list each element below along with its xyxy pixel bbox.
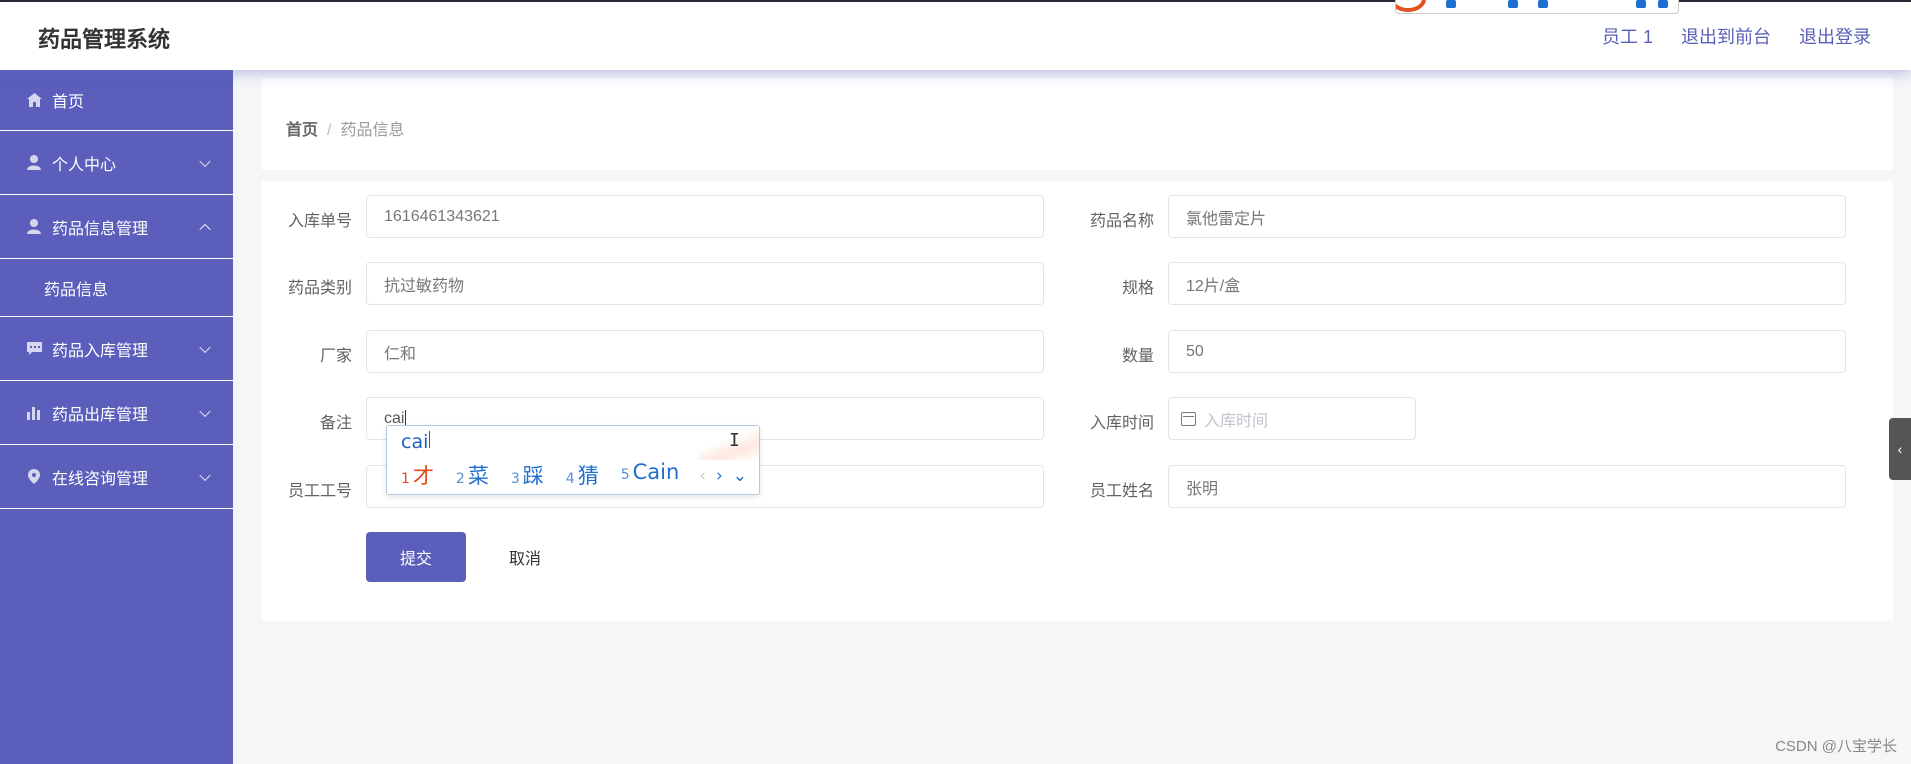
- toolbar-icon[interactable]: [1658, 0, 1668, 8]
- location-pin-icon: [26, 469, 42, 485]
- ime-candidate[interactable]: 2菜: [456, 460, 489, 490]
- user-icon: [26, 219, 42, 235]
- breadcrumb-home[interactable]: 首页: [286, 122, 318, 139]
- exit-to-front-link[interactable]: 退出到前台: [1681, 23, 1771, 49]
- sidebar-item-personal[interactable]: 个人中心: [0, 131, 233, 195]
- remark-label: 备注: [319, 415, 352, 432]
- toolbar-icon[interactable]: [1508, 0, 1518, 8]
- header-links: 员工 1 退出到前台 退出登录: [1602, 23, 1871, 49]
- toolbar-icon[interactable]: [1538, 0, 1548, 8]
- app-title: 药品管理系统: [38, 27, 171, 52]
- watermark: CSDN @八宝学长: [1775, 738, 1897, 755]
- ime-candidate-popup[interactable]: cai 1才 2菜 3踩 4猜 5 Cain ‹ › ⌄: [386, 425, 760, 495]
- ime-pinyin: cai: [401, 431, 431, 453]
- chevron-down-icon: [199, 341, 211, 353]
- ime-next-icon[interactable]: ›: [716, 466, 723, 486]
- sidebar: 首页 个人中心 药品信息管理 药品信息 药品入库管理 药品出库管理 在线咨询管理: [0, 70, 233, 764]
- sidebar-item-stock-in[interactable]: 药品入库管理: [0, 317, 233, 381]
- emp-no-label: 员工工号: [287, 483, 352, 500]
- chevron-down-icon: [199, 405, 211, 417]
- drug-name-label: 药品名称: [1089, 213, 1154, 230]
- ime-caret: [429, 431, 431, 448]
- toolbar-icon[interactable]: [1446, 0, 1456, 8]
- ime-candidate[interactable]: 4猜: [566, 460, 599, 490]
- floating-toolbar[interactable]: [1395, 0, 1679, 14]
- emp-name-input[interactable]: 张明: [1168, 465, 1846, 508]
- ime-expand-icon[interactable]: ⌄: [733, 466, 747, 486]
- order-no-label: 入库单号: [287, 213, 352, 230]
- sidebar-item-drug-info-mgmt[interactable]: 药品信息管理: [0, 195, 233, 259]
- sidebar-item-home[interactable]: 首页: [0, 70, 233, 131]
- qty-label: 数量: [1121, 348, 1154, 365]
- qty-input[interactable]: 50: [1168, 330, 1846, 373]
- submit-button[interactable]: 提交: [366, 532, 466, 582]
- order-no-input[interactable]: 1616461343621: [366, 195, 1044, 238]
- sidebar-subitem-drug-info[interactable]: 药品信息: [0, 259, 233, 317]
- maker-label: 厂家: [319, 348, 352, 365]
- ime-candidate[interactable]: 5 Cain: [621, 460, 680, 490]
- bar-chart-icon: [26, 405, 42, 421]
- sidebar-item-label: 药品信息管理: [52, 220, 149, 238]
- ime-nav: ‹ › ⌄: [699, 466, 747, 486]
- chevron-down-icon: [199, 469, 211, 481]
- breadcrumb: 首页 / 药品信息: [286, 116, 404, 140]
- breadcrumb-current: 药品信息: [340, 122, 405, 139]
- app-logo-icon: [1396, 0, 1426, 12]
- side-panel-toggle[interactable]: ‹: [1889, 418, 1911, 480]
- user-name-link[interactable]: 员工 1: [1602, 23, 1653, 49]
- sidebar-item-label: 首页: [52, 94, 85, 111]
- sidebar-item-stock-out[interactable]: 药品出库管理: [0, 381, 233, 445]
- sidebar-item-label: 药品出库管理: [52, 406, 149, 424]
- spec-input[interactable]: 12片/盒: [1168, 262, 1846, 305]
- logout-link[interactable]: 退出登录: [1799, 23, 1871, 49]
- mouse-ibeam-cursor-icon: I: [729, 430, 740, 451]
- toolbar-icon[interactable]: [1636, 0, 1646, 8]
- sidebar-item-label: 在线咨询管理: [52, 470, 149, 488]
- drug-form: 入库单号 1616461343621 药品名称 氯他雷定片 药品类别 抗过敏药物…: [262, 181, 1893, 621]
- ime-candidate[interactable]: 3踩: [511, 460, 544, 490]
- breadcrumb-card: 首页 / 药品信息: [262, 78, 1893, 170]
- home-icon: [26, 92, 42, 108]
- chevron-down-icon: [199, 155, 211, 167]
- sidebar-subitem-label: 药品信息: [44, 281, 109, 299]
- emp-name-label: 员工姓名: [1089, 483, 1154, 500]
- category-label: 药品类别: [287, 280, 352, 297]
- spec-label: 规格: [1121, 280, 1154, 297]
- ime-candidate[interactable]: 1才: [401, 460, 434, 490]
- date-picker[interactable]: 入库时间: [1168, 397, 1416, 440]
- drug-name-input[interactable]: 氯他雷定片: [1168, 195, 1846, 238]
- user-icon: [26, 155, 42, 171]
- breadcrumb-separator: /: [327, 122, 332, 139]
- ime-candidates: 1才 2菜 3踩 4猜 5 Cain: [401, 460, 679, 490]
- date-label: 入库时间: [1089, 415, 1154, 432]
- ime-prev-icon[interactable]: ‹: [699, 466, 706, 486]
- sidebar-item-label: 个人中心: [52, 156, 117, 174]
- chevron-up-icon: [199, 223, 211, 235]
- sidebar-item-consult[interactable]: 在线咨询管理: [0, 445, 233, 509]
- sidebar-item-label: 药品入库管理: [52, 342, 149, 360]
- calendar-icon: [1181, 411, 1196, 426]
- maker-input[interactable]: 仁和: [366, 330, 1044, 373]
- category-input[interactable]: 抗过敏药物: [366, 262, 1044, 305]
- chevron-left-icon: ‹: [1897, 441, 1903, 457]
- cancel-button[interactable]: 取消: [488, 532, 562, 582]
- chat-icon: [26, 341, 42, 357]
